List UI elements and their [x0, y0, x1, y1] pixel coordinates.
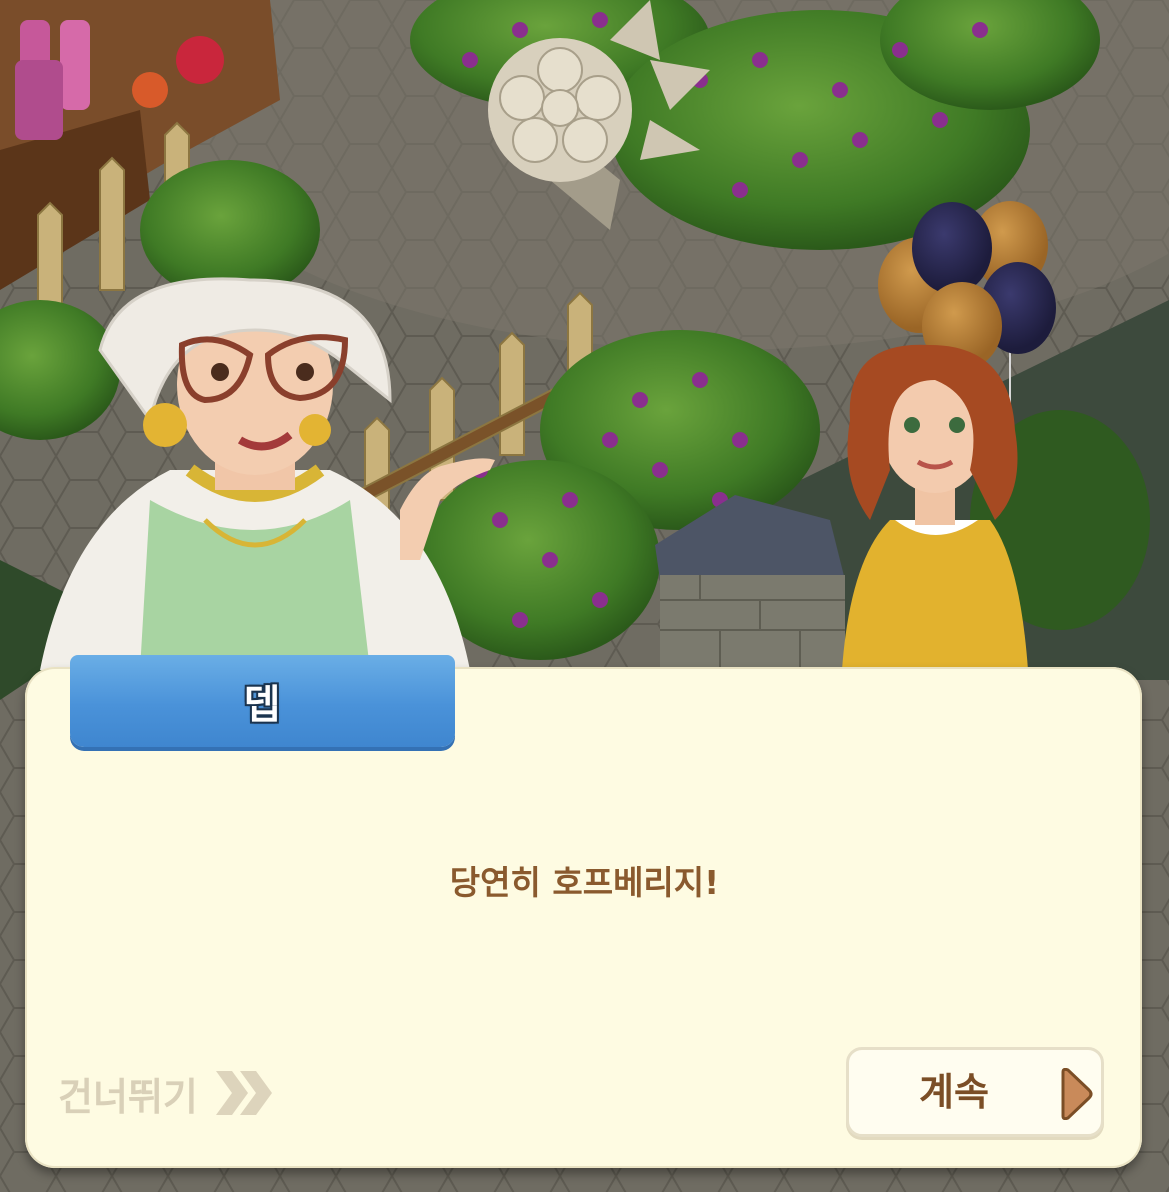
double-chevron-right-icon	[215, 1071, 272, 1115]
continue-button[interactable]: 계속	[846, 1047, 1104, 1137]
skip-label: 건너뛰기	[58, 1074, 198, 1119]
continue-label: 계속	[919, 1070, 989, 1114]
skip-button[interactable]: 건너뛰기	[58, 1065, 278, 1121]
character-player	[842, 344, 1028, 670]
speaker-name-tab: 뎁	[70, 655, 455, 747]
speaker-name: 뎁	[243, 682, 282, 728]
dialog-message: 당연히 호프베리지!	[449, 863, 720, 902]
play-triangle-icon	[1061, 1068, 1093, 1120]
